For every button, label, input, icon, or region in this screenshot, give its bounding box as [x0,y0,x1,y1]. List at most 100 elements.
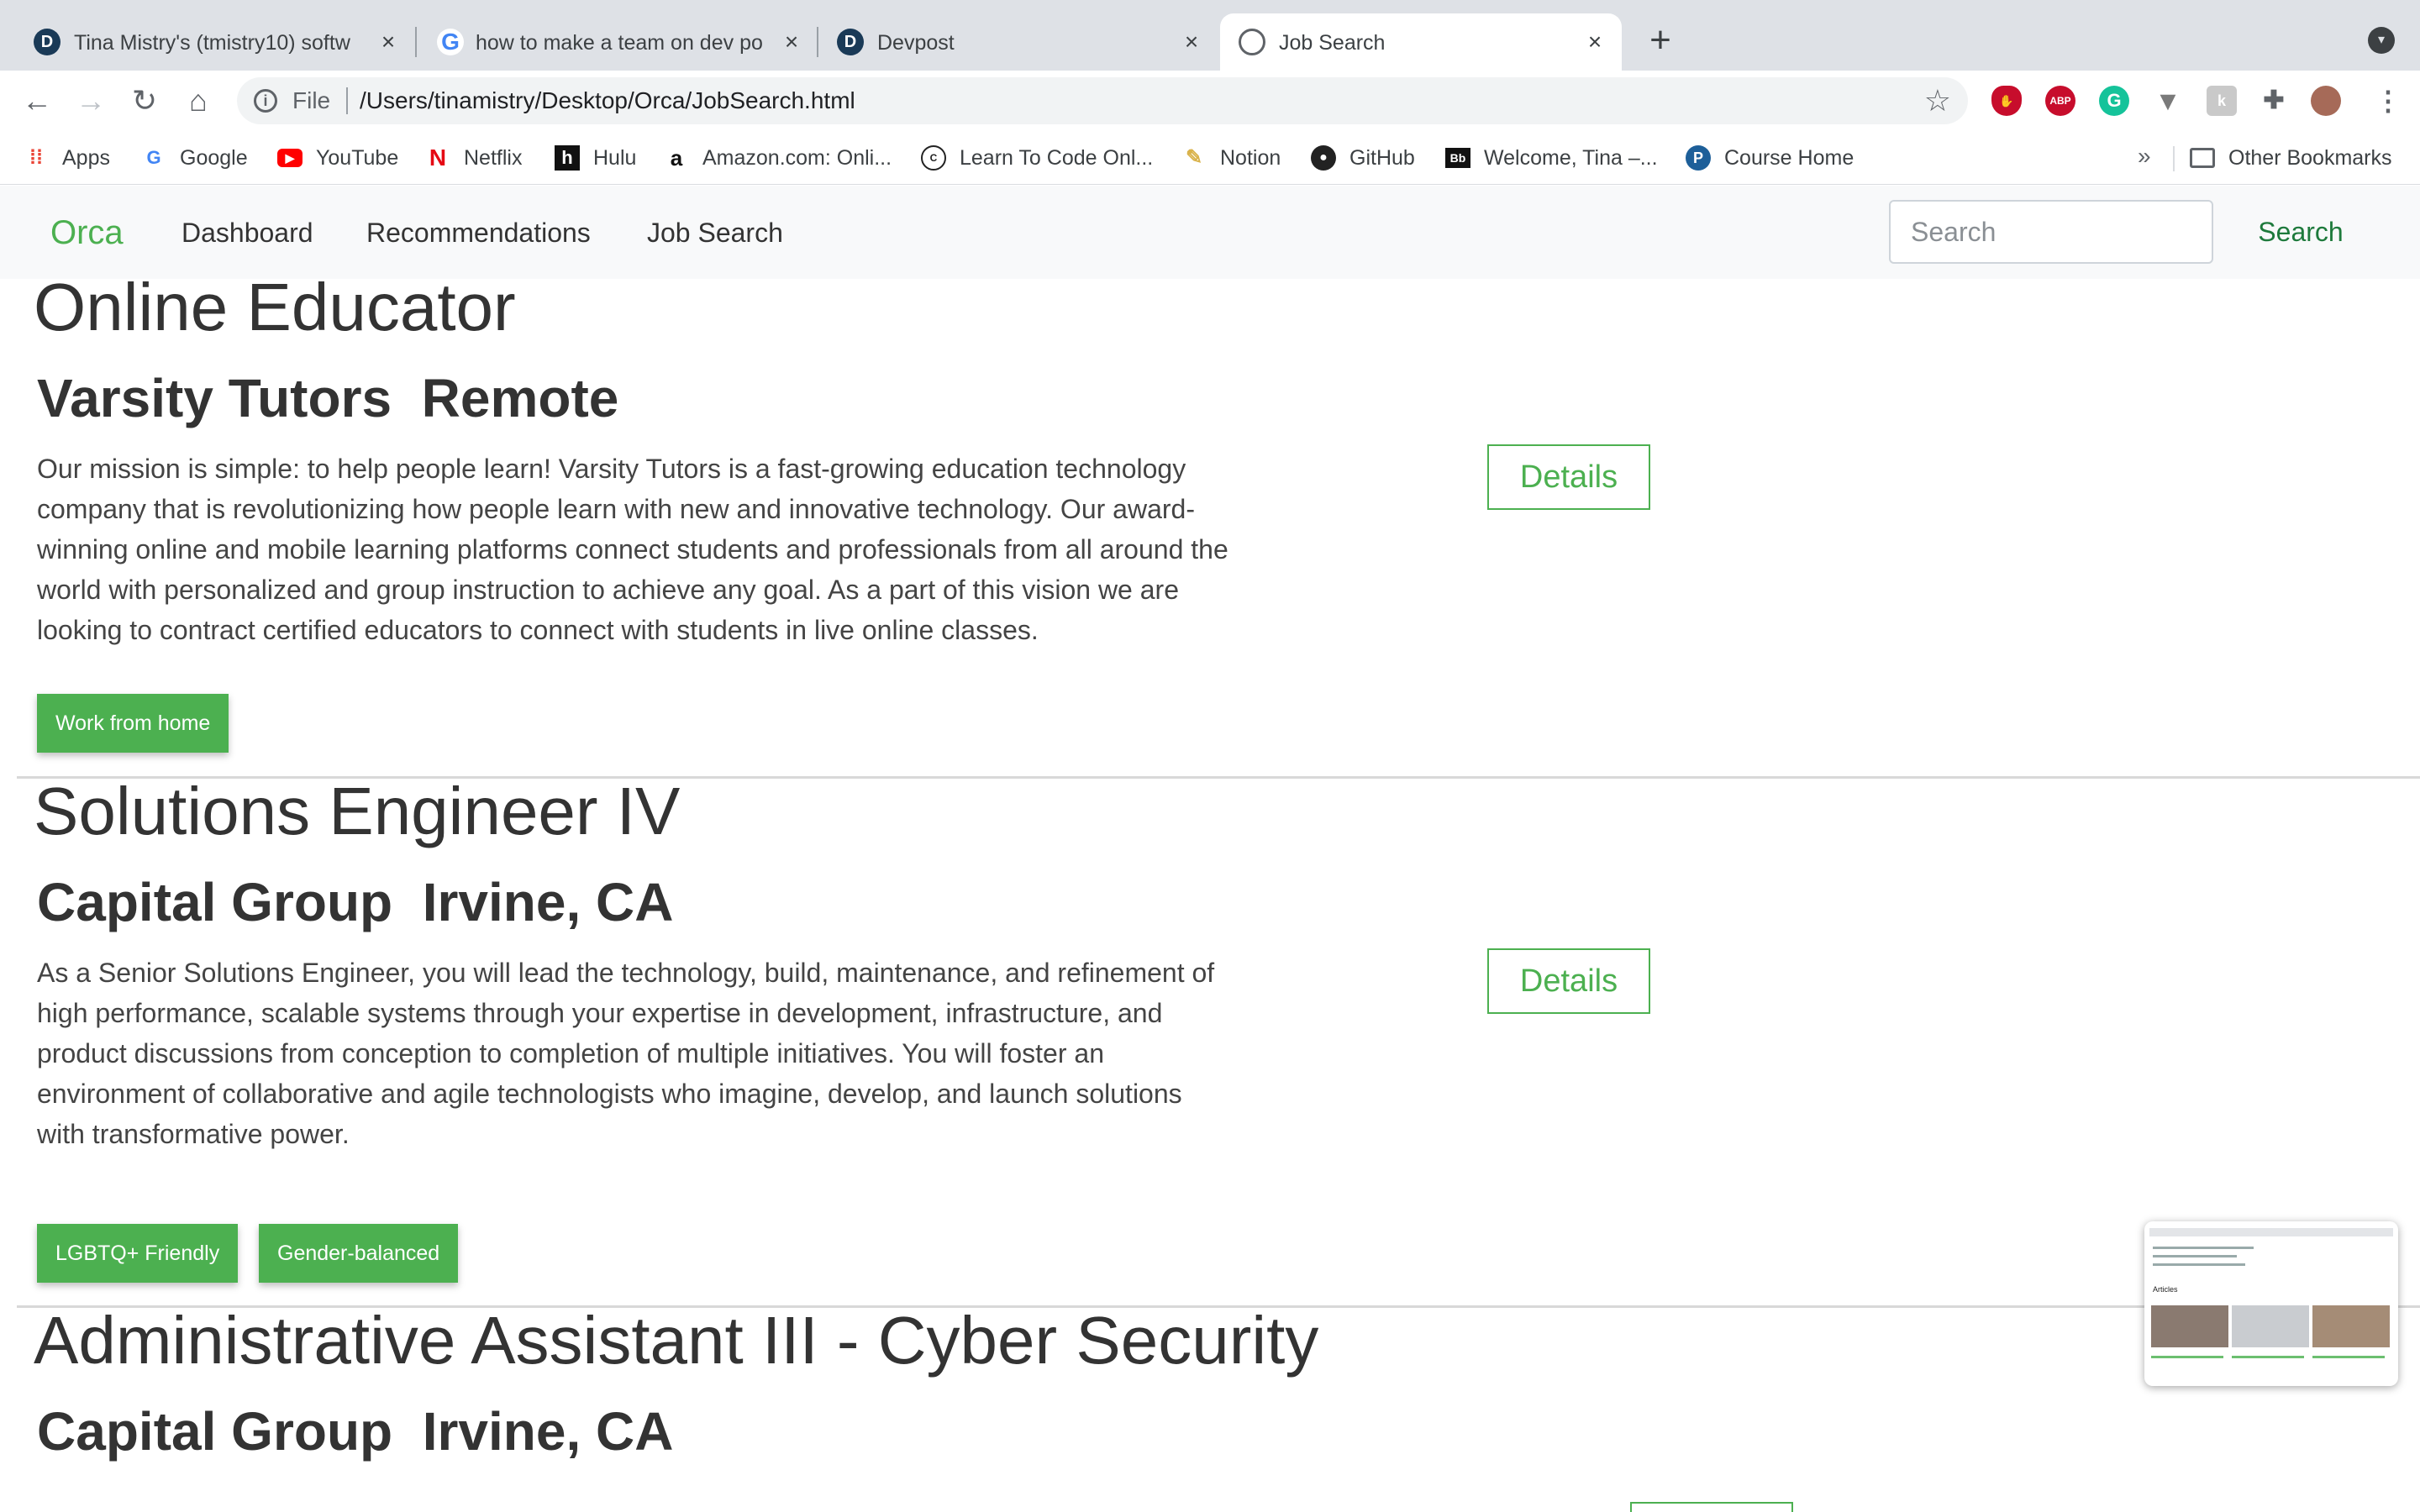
job-description: Our mission is simple: to help people le… [37,454,1228,645]
reload-icon[interactable]: ↻ [128,84,161,118]
job-description: As a Senior Solutions Engineer, you will… [37,958,1215,1149]
nav-link-dashboard[interactable]: Dashboard [182,216,313,249]
job-card: Solutions Engineer IV Capital Group Irvi… [0,774,2420,1310]
codecademy-icon: C [921,145,946,171]
adblock-plus-icon[interactable]: ABP [2045,86,2075,116]
extensions-puzzle-icon[interactable]: ✚ [2259,86,2289,116]
bookmark-notion[interactable]: ✎ Notion [1181,143,1281,173]
bookmark-apps[interactable]: ⁞⁞ Apps [24,143,110,173]
netflix-icon: N [429,144,447,171]
bookmark-course-home[interactable]: P Course Home [1686,143,1854,173]
tab-devpost-profile[interactable]: D Tina Mistry's (tmistry10) softw × [0,13,412,71]
tab-title: Tina Mistry's (tmistry10) softw [74,31,350,55]
job-title: Administrative Assistant III - Cyber Sec… [34,1303,1319,1378]
bookmark-netflix[interactable]: N Netflix [425,143,523,173]
site-navbar: Orca Dashboard Recommendations Job Searc… [0,186,2420,279]
close-tab-icon[interactable]: × [1583,30,1607,54]
job-company-location: Varsity Tutors Remote [37,368,619,428]
browser-tab-strip: D Tina Mistry's (tmistry10) softw × G ho… [0,0,2420,71]
kebab-menu-icon[interactable]: ⋮ [2375,86,2402,116]
tab-separator [817,27,818,57]
tab-title: how to make a team on dev po [476,31,763,55]
globe-icon [1239,29,1265,55]
tab-title: Job Search [1279,31,1386,55]
thumbnail-text-line [2312,1356,2385,1358]
amazon-icon: a [670,145,683,171]
tab-google-search[interactable]: G how to make a team on dev po × [420,13,818,71]
job-company-location: Capital Group Irvine, CA [37,1401,674,1462]
grammarly-icon[interactable]: G [2099,86,2129,116]
details-button[interactable]: Details [1487,948,1650,1014]
google-icon: G [146,147,161,168]
hulu-icon: h [555,145,580,171]
blackboard-icon: Bb [1445,148,1470,168]
job-title: Solutions Engineer IV [34,774,681,848]
close-tab-icon[interactable]: × [780,30,803,54]
new-tab-button[interactable]: + [1642,22,1679,59]
details-button[interactable] [1630,1502,1793,1512]
bookmark-star-icon[interactable]: ☆ [1924,84,1951,118]
screenshot-preview-thumbnail[interactable]: Articles [2144,1221,2398,1386]
bookmarks-separator [2173,146,2175,171]
extension-gray-icon[interactable]: k [2207,86,2237,116]
search-input[interactable] [1889,200,2213,264]
thumbnail-text-line [2151,1356,2223,1358]
youtube-icon: ▶ [277,149,302,167]
omnibox-divider [346,87,348,114]
thumbnail-text-line [2232,1356,2304,1358]
folder-icon [2190,148,2215,168]
job-listings: Online Educator Varsity Tutors Remote Ou… [0,279,2420,1512]
back-icon[interactable]: ← [20,84,54,118]
notion-icon: ✎ [1185,146,1203,169]
thumbnail-image [2312,1305,2390,1347]
tab-search-icon[interactable]: ▾ [2368,27,2395,54]
tag-gender-balanced[interactable]: Gender-balanced [259,1224,459,1283]
close-tab-icon[interactable]: × [376,30,400,54]
devpost-icon: D [837,29,864,55]
brand-logo[interactable]: Orca [50,213,124,253]
forward-icon[interactable]: → [74,84,108,118]
nav-link-job-search[interactable]: Job Search [647,216,783,249]
url-text[interactable]: /Users/tinamistry/Desktop/Orca/JobSearch… [360,87,855,115]
profile-avatar[interactable] [2311,86,2341,116]
info-icon[interactable]: i [254,89,277,113]
bookmark-codecademy[interactable]: C Learn To Code Onl... [921,143,1153,173]
github-icon: ● [1311,145,1336,171]
bookmark-blackboard[interactable]: Bb Welcome, Tina –... [1445,143,1658,173]
address-bar[interactable]: i File /Users/tinamistry/Desktop/Orca/Jo… [237,77,1968,124]
tag-work-from-home[interactable]: Work from home [37,694,229,753]
bookmark-youtube[interactable]: ▶ YouTube [277,143,398,173]
thumbnail-text-line [2153,1255,2237,1257]
thumbnail-image [2151,1305,2228,1347]
search-button[interactable]: Search [2235,200,2366,264]
tag-lgbtq-friendly[interactable]: LGBTQ+ Friendly [37,1224,239,1283]
vue-devtools-icon[interactable]: ▼ [2153,86,2183,116]
google-icon: G [437,29,464,55]
bookmark-google[interactable]: G Google [141,143,247,173]
job-company-location: Capital Group Irvine, CA [37,872,674,932]
nav-link-recommendations[interactable]: Recommendations [366,216,591,249]
home-icon[interactable]: ⌂ [182,84,215,118]
thumbnail-heading: Articles [2153,1285,2178,1294]
job-title: Online Educator [34,279,516,344]
thumbnail-toolbar [2149,1228,2393,1236]
tab-separator [415,27,417,57]
details-button[interactable]: Details [1487,444,1650,510]
bookmark-hulu[interactable]: h Hulu [555,143,636,173]
devpost-icon: D [34,29,60,55]
tab-devpost[interactable]: D Devpost × [822,13,1217,71]
ublock-icon[interactable]: ✋ [1991,86,2022,116]
bookmark-other[interactable]: Other Bookmarks [2190,143,2392,173]
tab-title: Devpost [877,31,955,55]
browser-toolbar: ← → ↻ ⌂ i File /Users/tinamistry/Desktop… [0,71,2420,131]
url-scheme: File [292,87,331,113]
bookmark-github[interactable]: ● GitHub [1311,143,1415,173]
thumbnail-text-line [2153,1247,2254,1249]
close-tab-icon[interactable]: × [1180,30,1203,54]
bookmarks-overflow-chevron[interactable]: » [2138,143,2151,170]
job-card: Administrative Assistant III - Cyber Sec… [0,1303,2420,1512]
tab-job-search[interactable]: Job Search × [1220,13,1622,71]
pearson-icon: P [1686,145,1711,171]
bookmarks-bar: ⁞⁞ Apps G Google ▶ YouTube N Netflix h H… [0,131,2420,185]
bookmark-amazon[interactable]: a Amazon.com: Onli... [664,143,892,173]
